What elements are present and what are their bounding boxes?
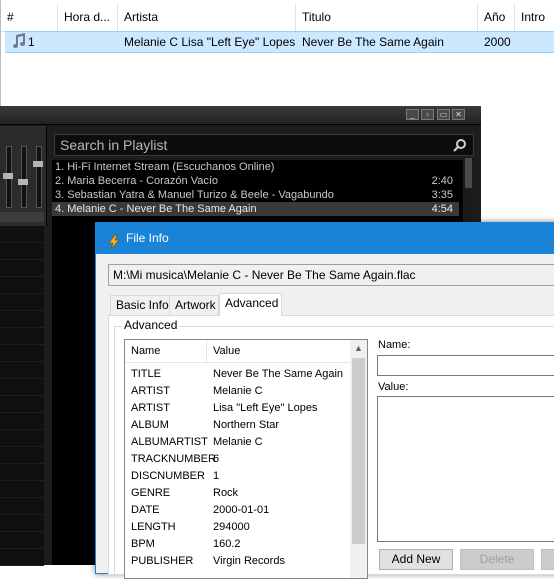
music-note-icon [11, 32, 27, 52]
metadata-value: Virgin Records [213, 555, 285, 567]
name-label: Name: [378, 339, 411, 351]
metadata-name: TRACKNUMBER [131, 453, 216, 465]
winamp-bolt-icon [106, 231, 122, 250]
column-intro[interactable]: Intro [515, 4, 554, 31]
metadata-name: GENRE [131, 487, 171, 499]
metadata-row[interactable]: ALBUM Northern Star [125, 417, 351, 434]
metadata-row[interactable]: PUBLISHER Virgin Records [125, 553, 351, 570]
column-anio[interactable]: Año [478, 4, 515, 31]
metadata-scrollbar[interactable]: ▲ [350, 340, 367, 578]
restore-icon[interactable]: ▭ [437, 109, 450, 120]
metadata-row[interactable]: TRACKNUMBER 6 [125, 451, 351, 468]
playlist-item-selected[interactable]: 4. Melanie C - Never Be The Same Again 4:… [52, 202, 459, 216]
eq-slider[interactable] [3, 146, 13, 208]
metadata-name: BPM [131, 538, 155, 550]
equalizer-panel [0, 126, 47, 226]
header-name[interactable]: Name [125, 340, 207, 362]
metadata-value: Northern Star [213, 419, 280, 431]
scroll-up-icon[interactable]: ▲ [350, 340, 367, 357]
metadata-name: TITLE [131, 368, 161, 380]
file-info-dialog: File Info M:\Mi musica\Melanie C - Never… [95, 222, 554, 579]
eq-slider[interactable] [18, 146, 28, 208]
metadata-value: 1 [213, 470, 220, 482]
track-list-view[interactable]: # Hora d... Artista Titulo Año Intro 1 M… [0, 0, 554, 106]
column-number[interactable]: # [1, 4, 58, 31]
scroll-thumb[interactable] [352, 358, 365, 544]
metadata-name: ALBUMARTIST [131, 436, 208, 448]
metadata-value: Melanie C [213, 385, 263, 397]
winamp-titlebar[interactable]: _ ▫ ▭ ✕ [0, 106, 481, 125]
metadata-value: Never Be The Same Again [213, 368, 344, 380]
row-artista: Melanie C Lisa "Left Eye" Lopes [124, 35, 296, 49]
metadata-value: Lisa "Left Eye" Lopes [213, 402, 318, 414]
media-library-pane [0, 226, 44, 566]
row-titulo: Never Be The Same Again [302, 35, 444, 49]
file-path-field[interactable]: M:\Mi musica\Melanie C - Never Be The Sa… [108, 264, 554, 286]
metadata-value: 294000 [213, 521, 250, 533]
extra-button[interactable] [541, 549, 554, 570]
metadata-header: Name Value [125, 340, 351, 363]
metadata-row[interactable]: TITLE Never Be The Same Again [125, 366, 351, 383]
metadata-row[interactable]: BPM 160.2 [125, 536, 351, 553]
add-new-button[interactable]: Add New [379, 549, 453, 570]
column-titulo[interactable]: Titulo [296, 4, 478, 31]
name-field[interactable] [377, 355, 554, 376]
metadata-name: PUBLISHER [131, 555, 194, 567]
metadata-name: LENGTH [131, 521, 176, 533]
dialog-title: File Info [126, 231, 169, 245]
shade-icon[interactable]: ▫ [421, 109, 434, 120]
tab-basic-info[interactable]: Basic Info [110, 295, 170, 315]
search-icon[interactable] [453, 137, 467, 157]
metadata-row[interactable]: ARTIST Melanie C [125, 383, 351, 400]
metadata-row[interactable]: GENRE Rock [125, 485, 351, 502]
close-icon[interactable]: ✕ [452, 109, 465, 120]
metadata-row[interactable]: ARTIST Lisa "Left Eye" Lopes [125, 400, 351, 417]
value-field[interactable] [377, 396, 554, 542]
metadata-row[interactable]: DISCNUMBER 1 [125, 468, 351, 485]
row-number: 1 [28, 35, 35, 49]
playlist-item[interactable]: 2. Maria Becerra - Corazón Vacío 2:40 [52, 174, 459, 188]
eq-toggle-buttons[interactable] [0, 212, 44, 222]
delete-button[interactable]: Delete [460, 549, 534, 570]
metadata-name: ARTIST [131, 402, 170, 414]
metadata-name: ARTIST [131, 385, 170, 397]
metadata-row[interactable]: LENGTH 294000 [125, 519, 351, 536]
search-placeholder: Search in Playlist [60, 137, 168, 153]
column-hora[interactable]: Hora d... [58, 4, 118, 31]
metadata-row[interactable]: DATE 2000-01-01 [125, 502, 351, 519]
metadata-value: Melanie C [213, 436, 263, 448]
tab-advanced[interactable]: Advanced [219, 293, 282, 316]
playlist-search-input[interactable]: Search in Playlist [54, 134, 474, 156]
playlist-item[interactable]: 3. Sebastian Yatra & Manuel Turizo & Bee… [52, 188, 459, 202]
metadata-row[interactable]: ALBUMARTIST Melanie C [125, 434, 351, 451]
metadata-name: ALBUM [131, 419, 169, 431]
list-header: # Hora d... Artista Titulo Año Intro [1, 4, 554, 32]
row-anio: 2000 [484, 35, 511, 49]
minimize-icon[interactable]: _ [406, 109, 419, 120]
metadata-value: Rock [213, 487, 239, 499]
metadata-name: DISCNUMBER [131, 470, 205, 482]
column-artista[interactable]: Artista [118, 4, 296, 31]
dialog-titlebar[interactable]: File Info [96, 223, 554, 254]
table-row[interactable]: 1 Melanie C Lisa "Left Eye" Lopes Never … [5, 31, 554, 53]
tab-artwork[interactable]: Artwork [169, 295, 219, 315]
header-value[interactable]: Value [207, 340, 351, 362]
eq-slider[interactable] [33, 146, 43, 208]
metadata-name: DATE [131, 504, 160, 516]
metadata-value: 160.2 [213, 538, 241, 550]
playlist-item[interactable]: 1. Hi-Fi Internet Stream (Escuchanos Onl… [52, 160, 459, 174]
value-label: Value: [378, 381, 409, 393]
group-label: Advanced [122, 318, 180, 332]
metadata-list[interactable]: Name Value TITLE Never Be The Same Again A… [124, 339, 368, 579]
metadata-value: 6 [213, 453, 220, 465]
metadata-value: 2000-01-01 [213, 504, 270, 516]
